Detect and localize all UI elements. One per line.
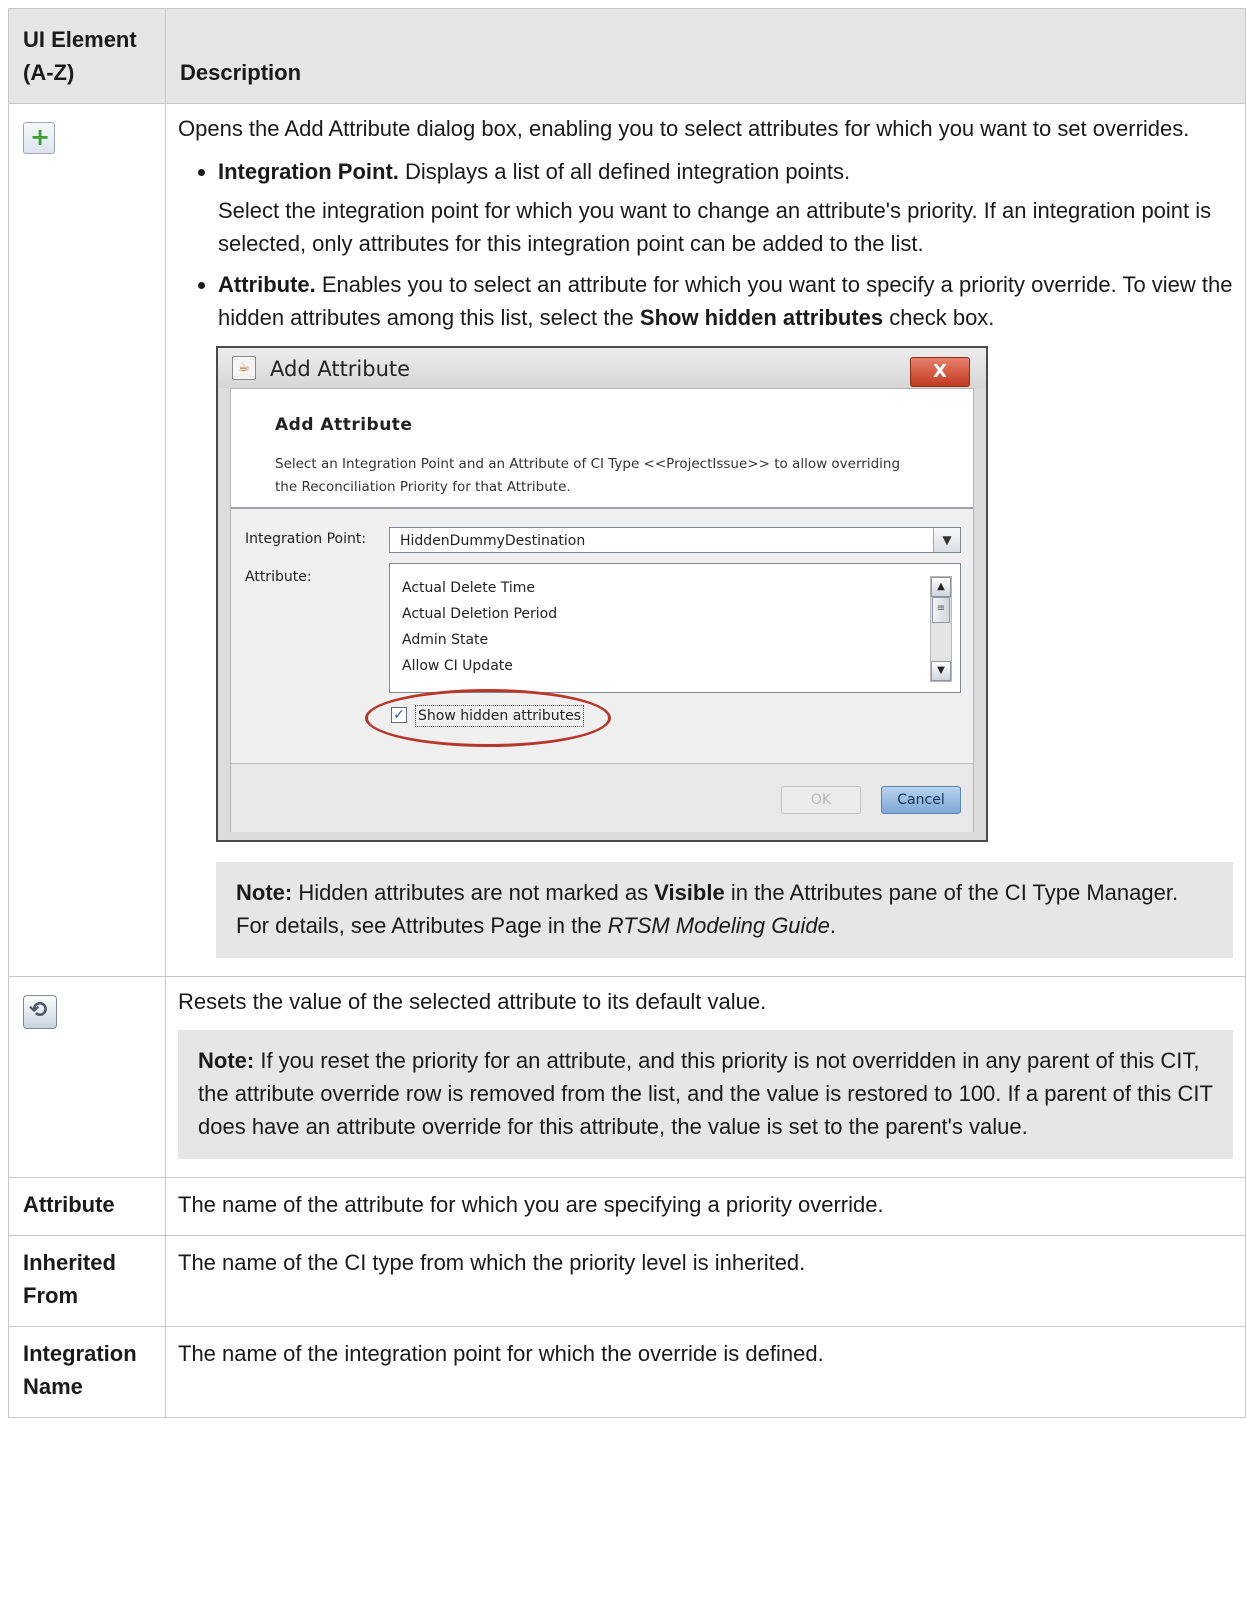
reset-icon: ⟲ — [23, 995, 57, 1029]
dialog-footer: OK Cancel — [231, 763, 973, 832]
note-label: Note: — [236, 880, 293, 905]
attribute-list[interactable]: Actual Delete Time Actual Deletion Perio… — [389, 563, 961, 693]
bullet-text: check box. — [883, 305, 995, 330]
note-text: If you reset the priority for an attribu… — [198, 1048, 1213, 1139]
list-item: Integration Point. Displays a list of al… — [218, 155, 1245, 260]
integration-point-label: Integration Point: — [245, 531, 367, 547]
ui-elements-table: UI Element (A-Z) Description + Opens the… — [8, 8, 1246, 1418]
description-cell: The name of the attribute for which you … — [165, 1177, 1246, 1236]
note-box: Note: Hidden attributes are not marked a… — [216, 862, 1233, 958]
table-row-add: + Opens the Add Attribute dialog box, en… — [8, 103, 1246, 977]
attribute-label: Attribute: — [245, 569, 312, 585]
bullet-title: Integration Point. — [218, 159, 399, 184]
list-item: Attribute. Enables you to select an attr… — [218, 268, 1245, 334]
scroll-down-icon[interactable]: ▼ — [931, 661, 951, 681]
dialog-heading: Add Attribute — [275, 415, 413, 435]
reset-description: Resets the value of the selected attribu… — [178, 989, 767, 1014]
note-label: Note: — [198, 1048, 255, 1073]
note-box: Note: If you reset the priority for an a… — [178, 1030, 1233, 1159]
header-ui-element: UI Element (A-Z) — [8, 8, 166, 104]
description-cell: Resets the value of the selected attribu… — [165, 976, 1246, 1178]
close-button[interactable]: X — [910, 357, 970, 387]
list-item[interactable]: Admin State — [402, 630, 488, 650]
bullet-text: Displays a list of all defined integrati… — [398, 159, 851, 184]
note-emphasis: Visible — [654, 880, 725, 905]
dialog-window-title: Add Attribute — [270, 357, 411, 381]
scroll-thumb[interactable]: ≡ — [932, 597, 950, 623]
cancel-button[interactable]: Cancel — [881, 786, 961, 814]
element-cell: + — [8, 103, 166, 977]
note-text: Hidden attributes are not marked as — [292, 880, 655, 905]
bullet-title: Attribute. — [218, 272, 316, 297]
integration-point-value: HiddenDummyDestination — [400, 533, 586, 549]
dialog-titlebar: ☕ Add Attribute X — [218, 348, 986, 388]
dialog-body: Add Attribute Select an Integration Poin… — [230, 388, 974, 832]
list-scrollbar[interactable]: ▲ ≡ ▼ — [930, 576, 952, 682]
element-cell: ⟲ — [8, 976, 166, 1178]
list-item[interactable]: Actual Deletion Period — [402, 604, 557, 624]
element-cell: Integration Name — [8, 1326, 166, 1418]
option-list: Integration Point. Displays a list of al… — [178, 155, 1245, 334]
chevron-down-icon[interactable]: ▼ — [933, 528, 960, 552]
table-row-reset: ⟲ Resets the value of the selected attri… — [8, 976, 1246, 1178]
add-attribute-dialog: ☕ Add Attribute X Add Attribute Select a… — [216, 346, 988, 842]
description-cell: The name of the integration point for wh… — [165, 1326, 1246, 1418]
integration-point-select[interactable]: HiddenDummyDestination ▼ — [389, 527, 961, 553]
add-icon: + — [23, 122, 55, 154]
list-item[interactable]: Allow CI Update — [402, 656, 513, 676]
element-cell: Inherited From — [8, 1235, 166, 1327]
table-header-row: UI Element (A-Z) Description — [8, 8, 1246, 104]
bullet-emphasis: Show hidden attributes — [639, 305, 884, 330]
header-description: Description — [165, 8, 1246, 104]
add-intro: Opens the Add Attribute dialog box, enab… — [178, 116, 1190, 141]
java-app-icon: ☕ — [232, 356, 256, 380]
list-item[interactable]: Actual Delete Time — [402, 578, 535, 598]
description-cell: The name of the CI type from which the p… — [165, 1235, 1246, 1327]
dialog-header: Add Attribute Select an Integration Poin… — [231, 389, 973, 509]
dialog-description: Select an Integration Point and an Attri… — [275, 456, 901, 495]
table-row: Integration Name The name of the integra… — [8, 1326, 1246, 1418]
scroll-up-icon[interactable]: ▲ — [931, 577, 951, 597]
table-row: Attribute The name of the attribute for … — [8, 1177, 1246, 1236]
highlight-ellipse — [365, 689, 611, 747]
bullet-subtext: Select the integration point for which y… — [218, 198, 1212, 256]
ok-button[interactable]: OK — [781, 786, 861, 814]
element-cell: Attribute — [8, 1177, 166, 1236]
table-row: Inherited From The name of the CI type f… — [8, 1235, 1246, 1327]
note-text: . — [829, 913, 837, 938]
note-guide-title: RTSM Modeling Guide — [607, 913, 830, 938]
description-cell: Opens the Add Attribute dialog box, enab… — [165, 103, 1246, 977]
